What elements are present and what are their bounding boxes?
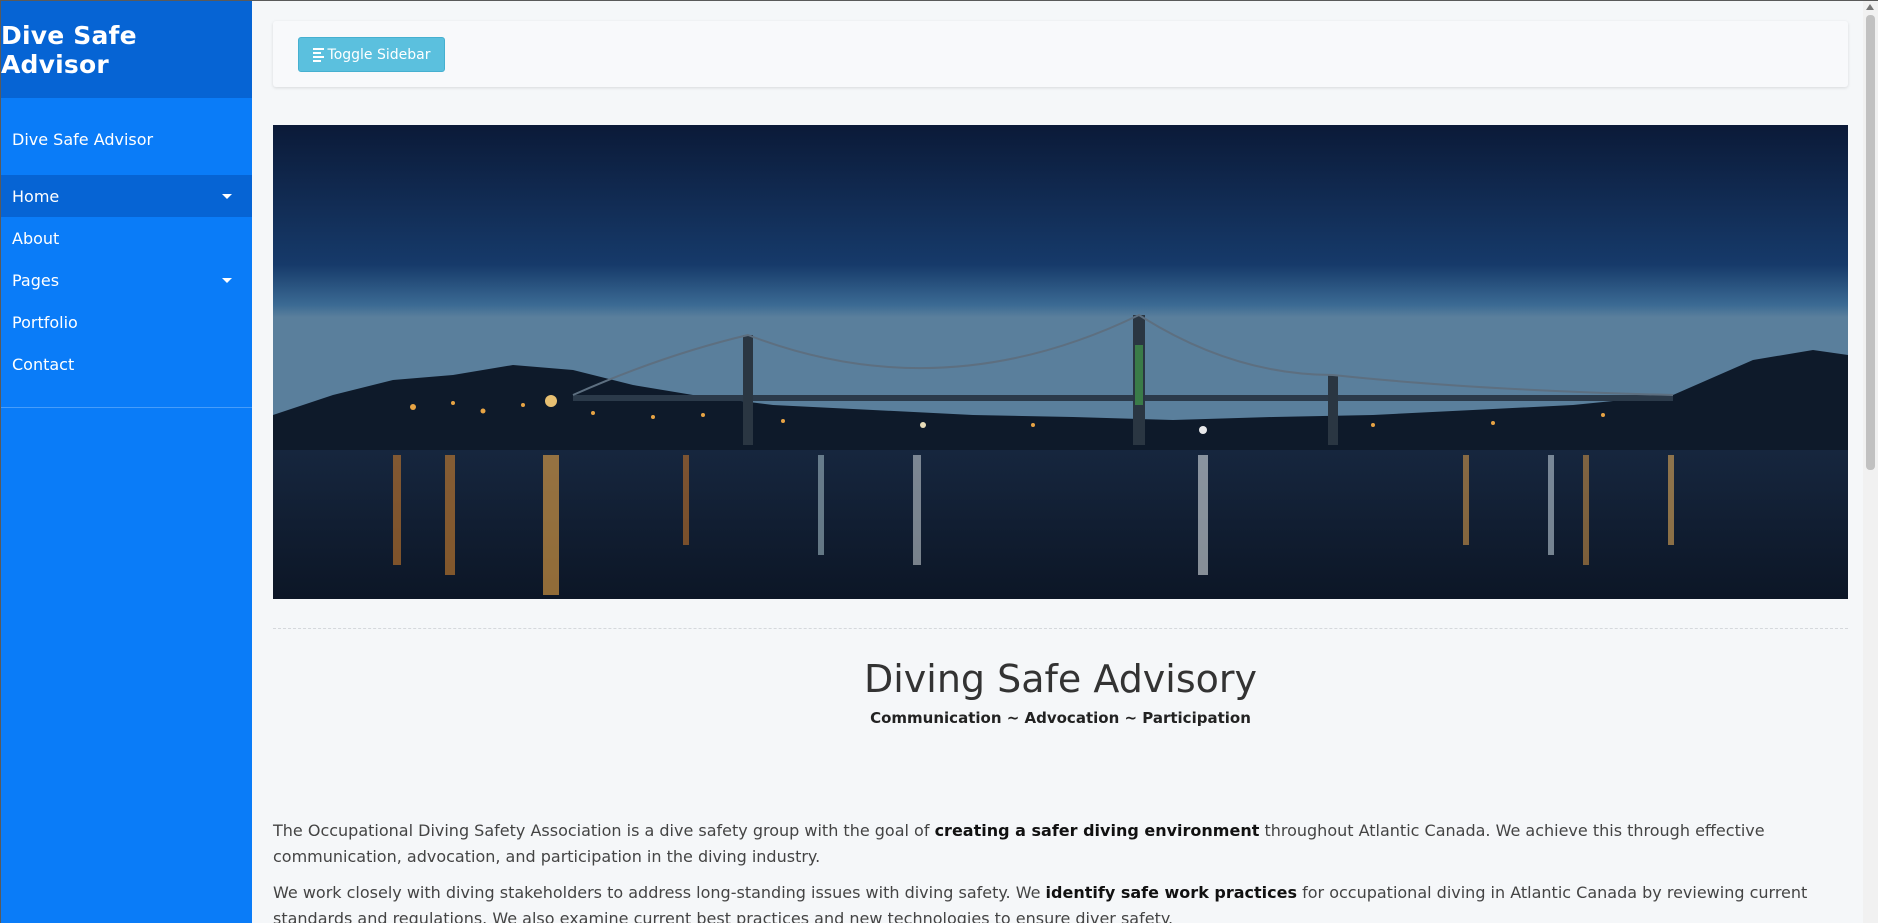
main-content: Toggle Sidebar Diving Safe Advisory Comm… (252, 1, 1864, 923)
page-heading: Diving Safe Advisory (863, 657, 1258, 701)
scrollbar-thumb[interactable] (1866, 15, 1875, 470)
align-left-icon (312, 47, 324, 62)
sidebar-subtitle: Dive Safe Advisor (12, 130, 154, 149)
sidebar-item-label: Pages (12, 270, 60, 290)
hero-image (273, 125, 1848, 599)
site-title[interactable]: Dive Safe Advisor (1, 21, 252, 79)
toggle-sidebar-label: Toggle Sidebar (327, 46, 431, 63)
intro-paragraph: The Occupational Diving Safety Associati… (273, 818, 1848, 870)
sidebar-item-label: Home (12, 186, 60, 206)
harbour-bridge-night-icon (273, 125, 1848, 599)
caret-down-icon (222, 277, 232, 283)
sidebar-item-label: Contact (12, 354, 75, 374)
sidebar-item-portfolio[interactable]: Portfolio (1, 301, 252, 343)
sidebar-item-contact[interactable]: Contact (1, 343, 252, 385)
sidebar-item-label: Portfolio (12, 312, 78, 332)
toggle-sidebar-button[interactable]: Toggle Sidebar (298, 37, 445, 72)
intro-text: The Occupational Diving Safety Associati… (273, 821, 935, 840)
sidebar-item-about[interactable]: About (1, 217, 252, 259)
mission-text: We work closely with diving stakeholders… (273, 883, 1046, 902)
browser-viewport: Dive Safe Advisor Dive Safe Advisor Home… (0, 0, 1878, 923)
mission-paragraph: We work closely with diving stakeholders… (273, 880, 1848, 923)
section-divider (273, 628, 1848, 629)
intro-emphasis: creating a safer diving environment (934, 821, 1260, 840)
sidebar-item-label: About (12, 228, 60, 248)
sidebar-nav: Home About Pages Portfolio Contact (1, 175, 252, 408)
tagline: Communication ~ Advocation ~ Participati… (870, 709, 1251, 727)
sidebar-item-home[interactable]: Home (1, 175, 252, 217)
vertical-scrollbar[interactable] (1863, 1, 1878, 923)
scroll-up-icon[interactable] (1866, 4, 1874, 10)
sidebar: Dive Safe Advisor Dive Safe Advisor Home… (1, 1, 252, 923)
top-navbar: Toggle Sidebar (273, 21, 1848, 87)
mission-emphasis: identify safe work practices (1045, 883, 1298, 902)
caret-down-icon (222, 193, 232, 199)
sidebar-header: Dive Safe Advisor (1, 1, 252, 98)
sidebar-item-pages[interactable]: Pages (1, 259, 252, 301)
